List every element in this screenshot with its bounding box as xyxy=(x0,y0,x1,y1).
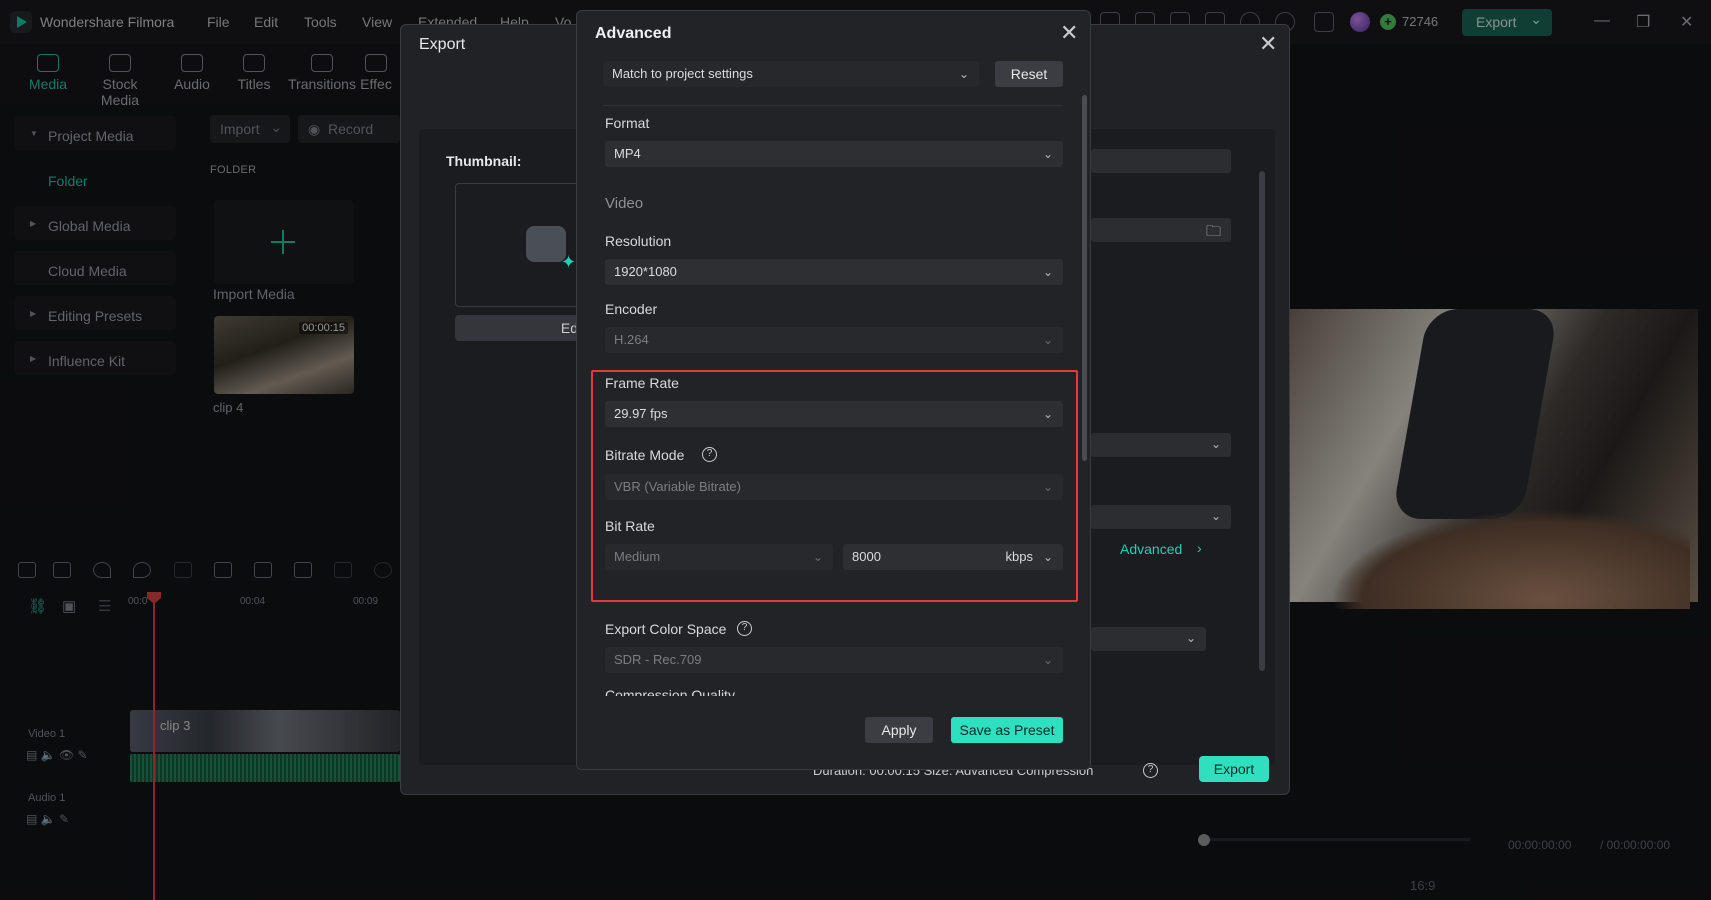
filmora-window: Wondershare Filmora File Edit Tools View… xyxy=(0,0,1711,900)
thumbnail-label: Thumbnail: xyxy=(446,153,522,169)
compression-quality-row: Compression Quality xyxy=(605,687,865,696)
color-space-select[interactable]: SDR - Rec.709 ⌄ xyxy=(605,647,1063,673)
help-icon[interactable]: ? xyxy=(702,447,717,462)
chevron-down-icon: ⌄ xyxy=(1185,631,1196,645)
color-space-label: Export Color Space xyxy=(605,621,727,637)
export-button[interactable]: Export xyxy=(1199,756,1269,782)
help-icon[interactable]: ? xyxy=(737,621,752,636)
encoder-select[interactable]: H.264 ⌄ xyxy=(605,327,1063,353)
chevron-down-icon: ⌄ xyxy=(1210,509,1221,523)
resolution-select[interactable]: 1920*1080 ⌄ xyxy=(605,259,1063,285)
compression-quality-label: Compression Quality xyxy=(605,687,735,696)
export-name-field[interactable] xyxy=(1091,149,1231,173)
chevron-down-icon: ⌄ xyxy=(812,550,823,564)
frame-rate-label: Frame Rate xyxy=(605,375,679,391)
export-scrollbar[interactable] xyxy=(1259,171,1265,671)
preset-select[interactable]: Match to project settings ⌄ xyxy=(603,61,979,87)
format-select[interactable]: MP4 ⌄ xyxy=(605,141,1063,167)
chevron-down-icon: ⌄ xyxy=(1042,653,1053,667)
resolution-label: Resolution xyxy=(605,233,672,249)
photo-placeholder-icon xyxy=(526,226,566,262)
chevron-down-icon: ⌄ xyxy=(958,67,969,81)
video-section-heading: Video xyxy=(605,195,644,212)
format-label: Format xyxy=(605,115,650,131)
thumbnail-preview: ✦ xyxy=(455,183,595,307)
export-dialog-title: Export xyxy=(419,36,466,53)
chevron-down-icon: ⌄ xyxy=(1042,407,1053,421)
thumbnail-edit-button[interactable]: Edit xyxy=(455,315,595,341)
chevron-down-icon: ⌄ xyxy=(1042,265,1053,279)
bit-rate-input[interactable]: 8000 kbps ⌄ xyxy=(843,544,1063,570)
export-quality-select[interactable]: ⌄ xyxy=(1091,433,1231,457)
advanced-dialog: Advanced ✕ Match to project settings ⌄ Re… xyxy=(576,10,1091,770)
advanced-close-icon[interactable]: ✕ xyxy=(1060,20,1078,46)
advanced-scrollbar[interactable] xyxy=(1082,95,1087,461)
export-close-icon[interactable]: ✕ xyxy=(1259,31,1277,57)
bit-rate-label: Bit Rate xyxy=(605,518,655,534)
advanced-settings-link[interactable]: Advanced xyxy=(1120,541,1182,557)
encoder-label: Encoder xyxy=(605,301,658,317)
bitrate-mode-select[interactable]: VBR (Variable Bitrate) ⌄ xyxy=(605,474,1063,500)
bitrate-mode-label: Bitrate Mode xyxy=(605,447,685,463)
save-as-preset-button[interactable]: Save as Preset xyxy=(951,717,1063,743)
sparkle-icon: ✦ xyxy=(561,252,577,272)
bit-rate-unit[interactable]: kbps xyxy=(1006,544,1033,570)
help-icon[interactable]: ? xyxy=(1143,763,1158,778)
chevron-down-icon: ⌄ xyxy=(1042,550,1053,564)
frame-rate-select[interactable]: 29.97 fps ⌄ xyxy=(605,401,1063,427)
export-setting-select[interactable]: ⌄ xyxy=(1091,505,1231,529)
chevron-down-icon: ⌄ xyxy=(1042,333,1053,347)
reset-button[interactable]: Reset xyxy=(995,61,1063,87)
chevron-right-icon: › xyxy=(1197,540,1202,556)
folder-icon[interactable]: 🗀 xyxy=(1206,221,1221,246)
export-extra-select[interactable]: ⌄ xyxy=(1091,627,1206,651)
bit-rate-quality-select[interactable]: Medium ⌄ xyxy=(605,544,833,570)
chevron-down-icon: ⌄ xyxy=(1210,437,1221,451)
divider xyxy=(603,105,1063,106)
apply-button[interactable]: Apply xyxy=(865,717,933,743)
chevron-down-icon: ⌄ xyxy=(1042,147,1053,161)
advanced-dialog-title: Advanced xyxy=(595,25,672,42)
chevron-down-icon: ⌄ xyxy=(1042,480,1053,494)
